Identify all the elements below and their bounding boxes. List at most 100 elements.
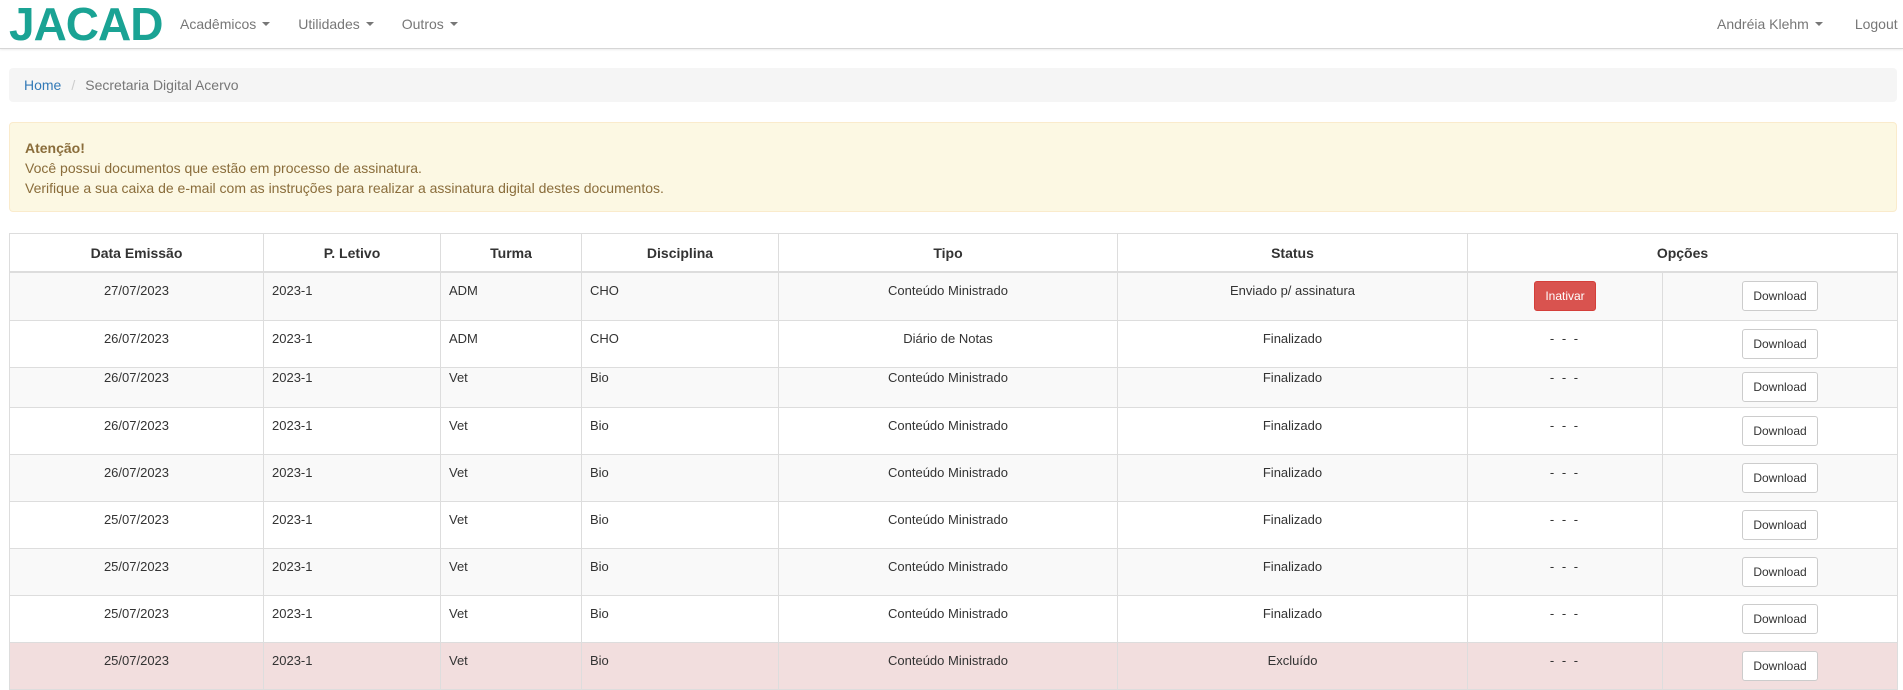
cell-opcao: - - -: [1467, 641, 1663, 690]
table-row: 26/07/2023 2023-1 ADM CHO Diário de Notas Fin…: [9, 319, 1899, 368]
breadcrumb-home[interactable]: Home: [24, 77, 61, 93]
cell-opcao: Inativar: [1467, 271, 1663, 321]
caret-down-icon: [449, 22, 458, 26]
download-button[interactable]: Download: [1742, 415, 1818, 446]
cell-status: Finalizado: [1117, 406, 1468, 455]
cell-p-letivo: 2023-1: [263, 319, 441, 368]
cell-disciplina: Bio: [581, 641, 779, 690]
table-body: 27/07/2023 2023-1 ADM CHO Conteúdo Ministrad…: [9, 271, 1899, 690]
breadcrumb: Home / Secretaria Digital Acervo: [9, 68, 1897, 102]
brand-logo-text: JACAD: [9, 0, 163, 50]
col-header-disciplina[interactable]: Disciplina: [581, 233, 779, 273]
cell-opcao: - - -: [1467, 366, 1663, 408]
col-header-status[interactable]: Status: [1117, 233, 1468, 273]
no-option-placeholder: - - -: [1549, 369, 1581, 385]
no-option-placeholder: - - -: [1549, 652, 1581, 668]
menu-outros[interactable]: Outros: [402, 16, 458, 32]
cell-download: Download: [1661, 547, 1899, 596]
cell-download: Download: [1661, 271, 1899, 321]
no-option-placeholder: - - -: [1549, 330, 1581, 346]
cell-disciplina: Bio: [581, 594, 779, 643]
table-row: 25/07/2023 2023-1 Vet Bio Conteúdo Ministrad…: [9, 547, 1899, 596]
download-button[interactable]: Download: [1742, 281, 1818, 312]
cell-turma: ADM: [440, 271, 582, 321]
logout-link[interactable]: Logout: [1855, 16, 1898, 32]
cell-disciplina: CHO: [581, 271, 779, 321]
user-name: Andréia Klehm: [1717, 16, 1809, 32]
cell-status: Finalizado: [1117, 500, 1468, 549]
inativar-button[interactable]: Inativar: [1534, 281, 1596, 312]
cell-p-letivo: 2023-1: [263, 453, 441, 502]
cell-p-letivo: 2023-1: [263, 271, 441, 321]
user-dropdown[interactable]: Andréia Klehm: [1717, 16, 1823, 32]
alert-line-1: Você possui documentos que estão em proc…: [25, 160, 422, 176]
menu-utilidades-label: Utilidades: [298, 16, 360, 32]
cell-tipo: Conteúdo Ministrado: [778, 500, 1118, 549]
cell-disciplina: Bio: [581, 366, 779, 408]
cell-data-emissao: 27/07/2023: [9, 271, 264, 321]
col-header-turma[interactable]: Turma: [440, 233, 582, 273]
main-menu: Acadêmicos Utilidades Outros: [180, 0, 486, 48]
caret-down-icon: [1814, 22, 1823, 26]
cell-turma: Vet: [440, 547, 582, 596]
cell-data-emissao: 26/07/2023: [9, 406, 264, 455]
cell-data-emissao: 25/07/2023: [9, 594, 264, 643]
download-button[interactable]: Download: [1742, 328, 1818, 359]
cell-data-emissao: 25/07/2023: [9, 500, 264, 549]
cell-disciplina: Bio: [581, 547, 779, 596]
table-row: 26/07/2023 2023-1 Vet Bio Conteúdo Ministrad…: [9, 406, 1899, 455]
col-header-tipo[interactable]: Tipo: [778, 233, 1118, 273]
table-row: 27/07/2023 2023-1 ADM CHO Conteúdo Ministrad…: [9, 271, 1899, 321]
cell-status: Finalizado: [1117, 453, 1468, 502]
cell-turma: Vet: [440, 453, 582, 502]
cell-tipo: Conteúdo Ministrado: [778, 271, 1118, 321]
breadcrumb-separator: /: [71, 77, 76, 93]
cell-download: Download: [1661, 641, 1899, 690]
cell-data-emissao: 26/07/2023: [9, 319, 264, 368]
cell-data-emissao: 26/07/2023: [9, 366, 264, 408]
alert-title: Atenção!: [25, 140, 85, 156]
cell-status: Finalizado: [1117, 594, 1468, 643]
cell-opcao: - - -: [1467, 547, 1663, 596]
download-button[interactable]: Download: [1742, 603, 1818, 634]
cell-tipo: Conteúdo Ministrado: [778, 641, 1118, 690]
col-header-data-emissao[interactable]: Data Emissão: [9, 233, 264, 273]
logout-label: Logout: [1854, 16, 1898, 32]
no-option-placeholder: - - -: [1549, 464, 1581, 480]
no-option-placeholder: - - -: [1549, 511, 1581, 527]
download-button[interactable]: Download: [1742, 462, 1818, 493]
cell-download: Download: [1661, 406, 1899, 455]
menu-academicos-label: Acadêmicos: [180, 16, 257, 32]
cell-turma: ADM: [440, 319, 582, 368]
menu-utilidades[interactable]: Utilidades: [298, 16, 374, 32]
download-button[interactable]: Download: [1742, 372, 1818, 402]
cell-opcao: - - -: [1467, 500, 1663, 549]
warning-alert: Atenção! Você possui documentos que estã…: [9, 122, 1897, 212]
table-row: 25/07/2023 2023-1 Vet Bio Conteúdo Ministrad…: [9, 641, 1899, 690]
col-header-opcoes: Opções: [1466, 233, 1899, 273]
cell-p-letivo: 2023-1: [263, 406, 441, 455]
cell-data-emissao: 25/07/2023: [9, 641, 264, 690]
download-button[interactable]: Download: [1742, 556, 1818, 587]
cell-p-letivo: 2023-1: [263, 594, 441, 643]
cell-p-letivo: 2023-1: [263, 547, 441, 596]
download-button[interactable]: Download: [1742, 650, 1818, 681]
col-header-p-letivo[interactable]: P. Letivo: [263, 233, 441, 273]
cell-tipo: Conteúdo Ministrado: [778, 594, 1118, 643]
table-row: 26/07/2023 2023-1 Vet Bio Conteúdo Ministrad…: [9, 366, 1899, 408]
cell-download: Download: [1661, 319, 1899, 368]
download-button[interactable]: Download: [1742, 509, 1818, 540]
no-option-placeholder: - - -: [1549, 605, 1581, 621]
cell-status: Finalizado: [1117, 319, 1468, 368]
cell-data-emissao: 25/07/2023: [9, 547, 264, 596]
cell-download: Download: [1661, 594, 1899, 643]
cell-turma: Vet: [440, 500, 582, 549]
brand-logo[interactable]: JACAD: [9, 0, 163, 50]
cell-status: Enviado p/ assinatura: [1117, 271, 1468, 321]
cell-disciplina: CHO: [581, 319, 779, 368]
table-row: 25/07/2023 2023-1 Vet Bio Conteúdo Ministrad…: [9, 500, 1899, 549]
menu-academicos[interactable]: Acadêmicos: [180, 16, 271, 32]
table-row: 26/07/2023 2023-1 Vet Bio Conteúdo Ministrad…: [9, 453, 1899, 502]
cell-download: Download: [1661, 500, 1899, 549]
cell-status: Excluído: [1117, 641, 1468, 690]
